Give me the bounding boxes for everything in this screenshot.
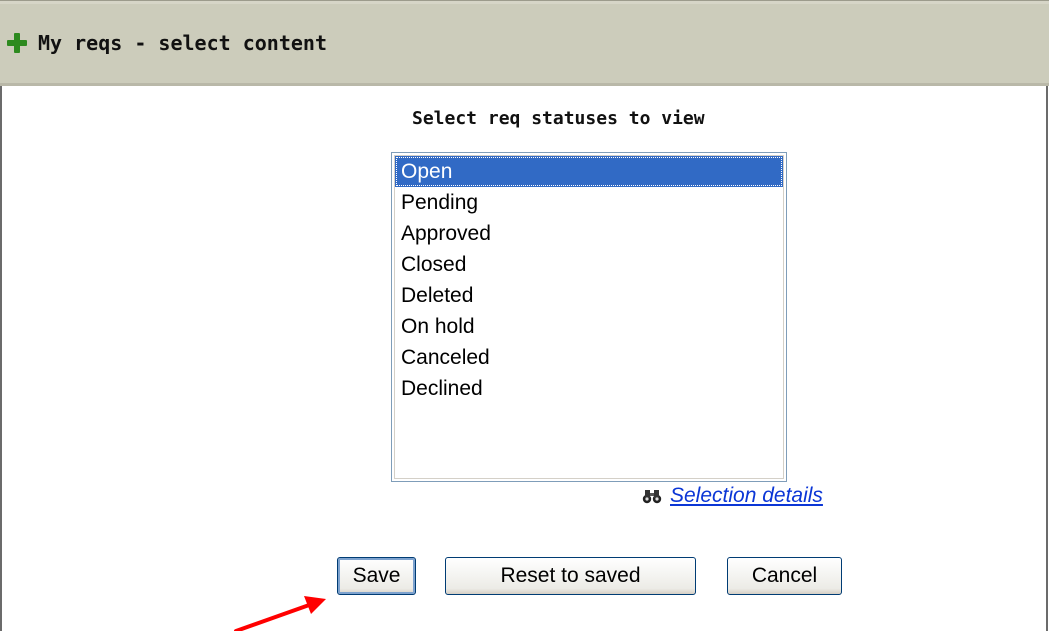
status-listbox[interactable]: Open Pending Approved Closed Deleted On hold C…: [391, 152, 787, 482]
status-option[interactable]: Declined: [395, 373, 783, 404]
status-option[interactable]: Open: [395, 156, 783, 187]
panel-border-left: [0, 86, 2, 631]
title-row: My reqs - select content: [6, 3, 327, 83]
panel-title: My reqs - select content: [38, 31, 327, 55]
status-option[interactable]: Pending: [395, 187, 783, 218]
panel-titlebar: My reqs - select content: [0, 0, 1049, 86]
panel-border-right: [1046, 86, 1048, 631]
status-option[interactable]: Deleted: [395, 280, 783, 311]
selection-details-link[interactable]: Selection details: [670, 484, 823, 508]
status-option[interactable]: Closed: [395, 249, 783, 280]
status-option[interactable]: Canceled: [395, 342, 783, 373]
binoculars-icon: [642, 490, 662, 504]
status-prompt: Select req statuses to view: [412, 108, 705, 129]
plus-icon[interactable]: [6, 32, 28, 54]
status-option[interactable]: Approved: [395, 218, 783, 249]
status-list[interactable]: Open Pending Approved Closed Deleted On hold C…: [394, 155, 784, 479]
select-content-panel: My reqs - select content Select req stat…: [0, 0, 1049, 631]
save-button[interactable]: Save: [337, 557, 416, 595]
cancel-button[interactable]: Cancel: [727, 557, 842, 595]
reset-to-saved-button[interactable]: Reset to saved: [445, 557, 696, 595]
status-option[interactable]: On hold: [395, 311, 783, 342]
selection-details[interactable]: Selection details: [642, 484, 823, 508]
